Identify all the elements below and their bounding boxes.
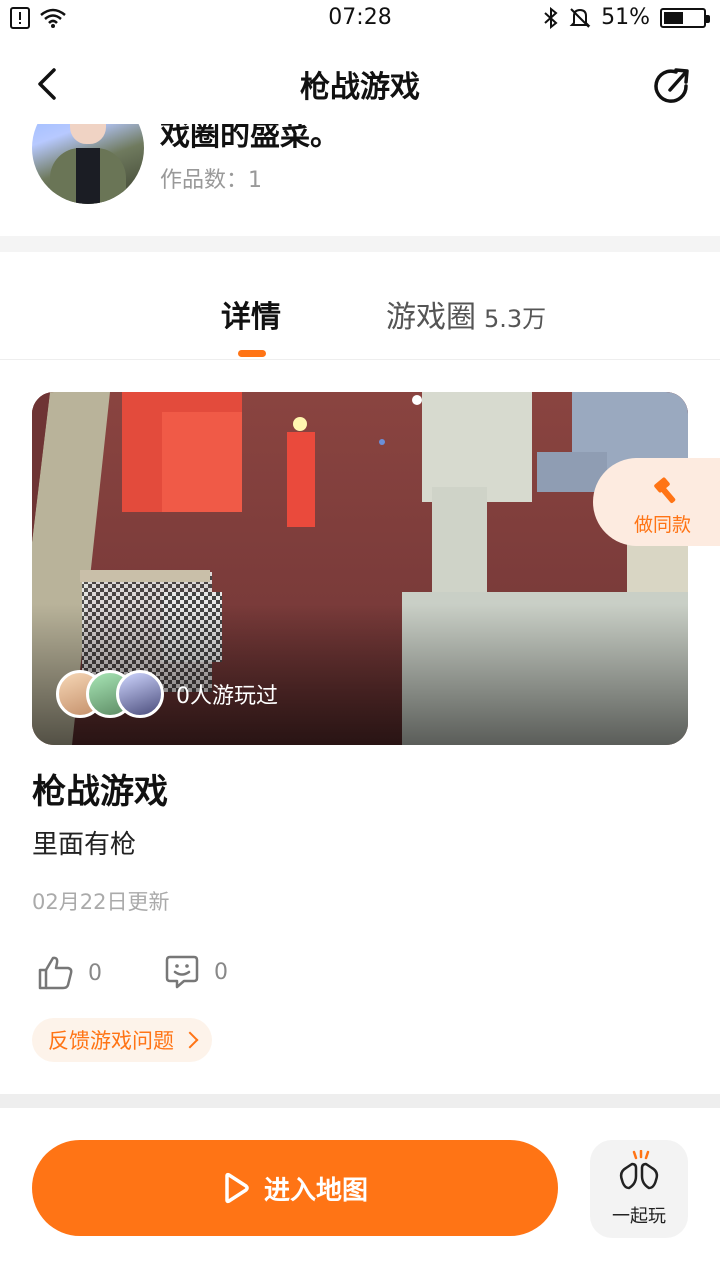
status-bar: 07:28 51% [0,0,720,38]
comment-count: 0 [214,959,228,985]
tab-indicator [238,350,266,357]
make-same-label: 做同款 [633,514,691,536]
played-info: 0人游玩过 [56,670,278,718]
battery-icon [660,7,710,28]
works-count: 作品数：1 [160,168,262,193]
hammer-icon [654,477,676,504]
bottom-bar: 进入地图 一起玩 [0,1108,720,1280]
tab-game-circle-label: 游戏圈 [386,300,476,335]
feedback-button[interactable]: 反馈游戏问题 [32,1018,212,1062]
bottom-divider [0,1094,720,1108]
author-avatar[interactable] [32,124,144,204]
enter-map-label: 进入地图 [263,1175,368,1206]
author-section[interactable]: 戏圈的盛菜。 作品数：1 [0,124,720,234]
nav-bar: 枪战游戏 [0,44,720,124]
avatar-shirt [76,148,100,204]
clap-icon [619,1150,659,1190]
author-name: 戏圈的盛菜。 [160,124,340,153]
battery-fill [664,11,683,24]
share-icon[interactable] [650,64,694,108]
status-right: 51% [543,5,710,30]
tab-bar: 详情 游戏圈 5.3万 [0,252,720,360]
played-count: 0人游玩过 [176,684,278,709]
tab-details-label: 详情 [221,300,281,335]
play-together-button[interactable]: 一起玩 [590,1140,688,1238]
comment-icon [165,955,199,989]
update-date: 02月22日更新 [32,890,170,914]
stats-row: 0 0 [36,954,336,994]
play-together-label: 一起玩 [612,1206,666,1227]
play-icon [225,1172,249,1204]
feedback-label: 反馈游戏问题 [48,1029,174,1053]
bluetooth-icon [544,6,558,29]
tab-game-circle-count: 5.3万 [484,305,547,333]
like-button[interactable]: 0 [36,954,102,992]
game-title: 枪战游戏 [32,772,168,812]
like-icon [38,956,73,990]
page-title: 枪战游戏 [300,70,420,105]
back-icon[interactable] [30,64,70,104]
chevron-right-icon [181,1031,199,1049]
enter-map-button[interactable]: 进入地图 [32,1140,558,1236]
mute-icon [569,7,591,28]
avatar-head [70,124,106,144]
tab-details[interactable]: 详情 [221,292,281,336]
make-same-button[interactable]: 做同款 [593,458,720,546]
game-cover-image[interactable]: 0人游玩过 [32,392,688,745]
player-avatar [116,670,164,718]
tab-game-circle[interactable]: 游戏圈 5.3万 [386,292,546,336]
comment-button[interactable]: 0 [164,954,228,990]
like-count: 0 [88,960,102,986]
game-description: 里面有枪 [32,830,137,860]
section-divider [0,236,720,252]
battery-percent: 51% [601,5,650,30]
